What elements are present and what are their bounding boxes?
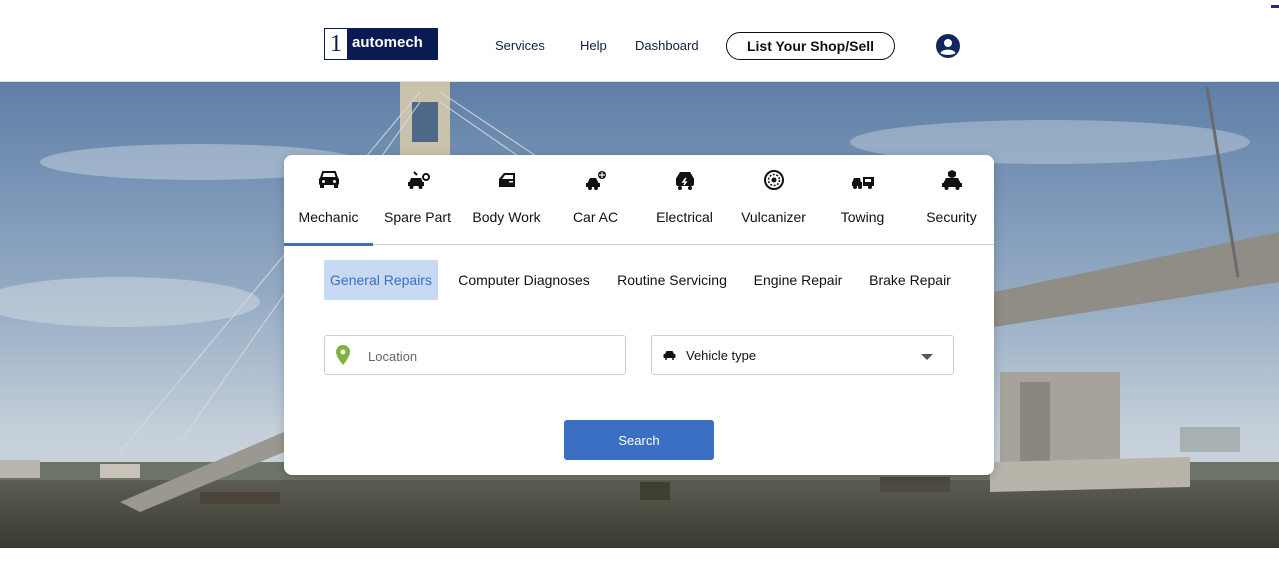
tab-body-work-label: Body Work [472, 209, 541, 225]
category-tabs: Mechanic Spare Part Body Work Car AC Ele… [284, 155, 996, 246]
electrical-icon [675, 172, 694, 190]
tire-icon [763, 170, 784, 190]
tab-electrical[interactable]: Electrical [640, 155, 729, 244]
logo-text: automech [352, 34, 423, 51]
car-front-icon [318, 171, 339, 188]
car-ac-icon [585, 171, 606, 190]
nav-help-link[interactable]: Help [580, 38, 607, 53]
car-door-icon [498, 173, 515, 187]
service-computer-diagnoses[interactable]: Computer Diagnoses [454, 260, 594, 300]
spare-part-icon [407, 171, 430, 189]
search-button[interactable]: Search [564, 420, 714, 460]
tab-security-label: Security [926, 209, 977, 225]
service-routine-servicing[interactable]: Routine Servicing [612, 260, 732, 300]
location-input[interactable] [368, 346, 608, 366]
tab-spare-part[interactable]: Spare Part [373, 155, 462, 244]
tab-towing[interactable]: Towing [818, 155, 907, 244]
vehicle-type-value: Vehicle type [686, 348, 757, 363]
tab-body-work[interactable]: Body Work [462, 155, 551, 244]
location-field [324, 335, 626, 375]
service-brake-repair[interactable]: Brake Repair [864, 260, 956, 300]
chevron-down-icon [921, 354, 933, 360]
location-pin-icon [336, 345, 350, 365]
tab-spare-part-label: Spare Part [384, 209, 451, 225]
nav-dashboard-link[interactable]: Dashboard [635, 38, 699, 53]
tab-vulcanizer[interactable]: Vulcanizer [729, 155, 818, 244]
tab-security[interactable]: Security [907, 155, 996, 244]
user-circle-icon[interactable] [936, 34, 960, 58]
tow-truck-icon [851, 177, 874, 189]
top-header: 1 automech Services Help Dashboard List … [0, 0, 1279, 82]
car-security-icon [941, 170, 962, 190]
corner-mark [1271, 5, 1279, 8]
vehicle-type-select[interactable]: Vehicle type [651, 335, 954, 375]
search-card: Mechanic Spare Part Body Work Car AC Ele… [284, 155, 994, 475]
tab-mechanic[interactable]: Mechanic [284, 155, 373, 246]
list-your-shop-button[interactable]: List Your Shop/Sell [726, 32, 895, 60]
tab-car-ac-label: Car AC [572, 209, 619, 225]
nav-services-link[interactable]: Services [495, 38, 545, 53]
car-icon [663, 351, 676, 360]
tab-towing-label: Towing [840, 209, 885, 225]
service-engine-repair[interactable]: Engine Repair [750, 260, 846, 300]
tab-car-ac[interactable]: Car AC [551, 155, 640, 244]
logo-number: 1 [325, 29, 347, 59]
automech-logo[interactable]: 1 automech [324, 28, 438, 60]
tab-electrical-label: Electrical [656, 209, 713, 225]
service-general-repairs[interactable]: General Repairs [324, 260, 438, 300]
tab-vulcanizer-label: Vulcanizer [741, 209, 806, 225]
tab-mechanic-label: Mechanic [298, 209, 359, 225]
